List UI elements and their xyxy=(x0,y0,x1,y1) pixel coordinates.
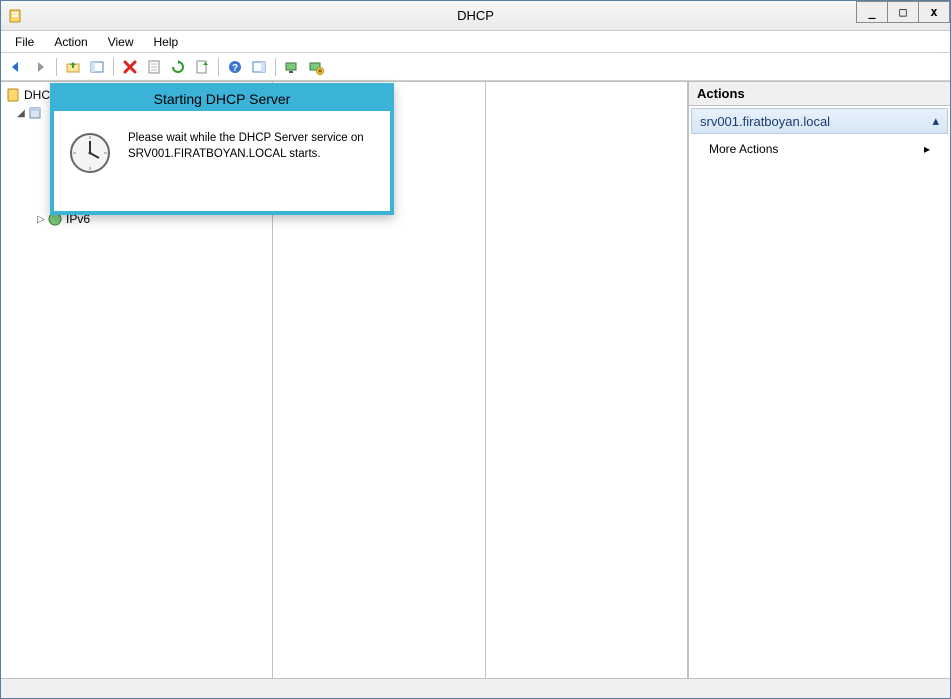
show-hide-action-pane-button[interactable] xyxy=(248,56,270,78)
dialog-message: Please wait while the DHCP Server servic… xyxy=(128,131,364,162)
window-controls: _ □ x xyxy=(857,1,950,23)
refresh-button[interactable] xyxy=(167,56,189,78)
clock-icon xyxy=(68,131,112,175)
more-actions-label: More Actions xyxy=(709,142,778,156)
up-folder-button[interactable] xyxy=(62,56,84,78)
actions-server-label: srv001.firatboyan.local xyxy=(700,114,830,129)
toolbar-separator xyxy=(56,58,57,76)
server-icon xyxy=(27,105,43,121)
dialog-line1: Please wait while the DHCP Server servic… xyxy=(128,131,364,147)
titlebar: DHCP _ □ x xyxy=(1,1,950,31)
toolbar-separator xyxy=(218,58,219,76)
toolbar-separator xyxy=(113,58,114,76)
export-list-button[interactable] xyxy=(191,56,213,78)
maximize-button[interactable]: □ xyxy=(887,1,919,23)
actions-pane: Actions srv001.firatboyan.local ▴ More A… xyxy=(688,82,950,678)
manage-authorized-servers-button[interactable] xyxy=(281,56,303,78)
back-button[interactable] xyxy=(5,56,27,78)
menu-view[interactable]: View xyxy=(98,33,144,51)
minimize-button[interactable]: _ xyxy=(856,1,888,23)
collapse-icon: ▴ xyxy=(932,113,939,129)
toolbar-separator xyxy=(275,58,276,76)
more-actions-item[interactable]: More Actions ▸ xyxy=(689,136,950,162)
actions-server-group[interactable]: srv001.firatboyan.local ▴ xyxy=(691,108,948,134)
menubar: File Action View Help xyxy=(1,31,950,53)
starting-dhcp-dialog: Starting DHCP Server Please wait while t… xyxy=(50,83,394,215)
show-hide-tree-button[interactable] xyxy=(86,56,108,78)
expand-toggle-icon[interactable]: ▷ xyxy=(35,214,47,225)
delete-button[interactable] xyxy=(119,56,141,78)
actions-header: Actions xyxy=(689,82,950,106)
dialog-line2: SRV001.FIRATBOYAN.LOCAL starts. xyxy=(128,147,364,163)
menu-file[interactable]: File xyxy=(5,33,44,51)
help-button[interactable]: ? xyxy=(224,56,246,78)
window-title: DHCP xyxy=(1,8,950,23)
dhcp-app-icon xyxy=(7,8,23,24)
menu-action[interactable]: Action xyxy=(44,33,97,51)
mmc-window: DHCP _ □ x File Action View Help ? xyxy=(0,0,951,699)
menu-help[interactable]: Help xyxy=(144,33,189,51)
dialog-title: Starting DHCP Server xyxy=(54,87,390,111)
svg-text:?: ? xyxy=(232,63,238,74)
chevron-right-icon: ▸ xyxy=(924,142,930,156)
properties-button[interactable] xyxy=(143,56,165,78)
dialog-body: Please wait while the DHCP Server servic… xyxy=(54,111,390,211)
close-button[interactable]: x xyxy=(918,1,950,23)
dhcp-icon xyxy=(5,87,21,103)
add-server-button[interactable] xyxy=(305,56,327,78)
statusbar xyxy=(1,678,950,698)
toolbar: ? xyxy=(1,53,950,81)
forward-button[interactable] xyxy=(29,56,51,78)
collapse-toggle-icon[interactable]: ◢ xyxy=(15,108,27,119)
list-column-2 xyxy=(486,82,688,678)
